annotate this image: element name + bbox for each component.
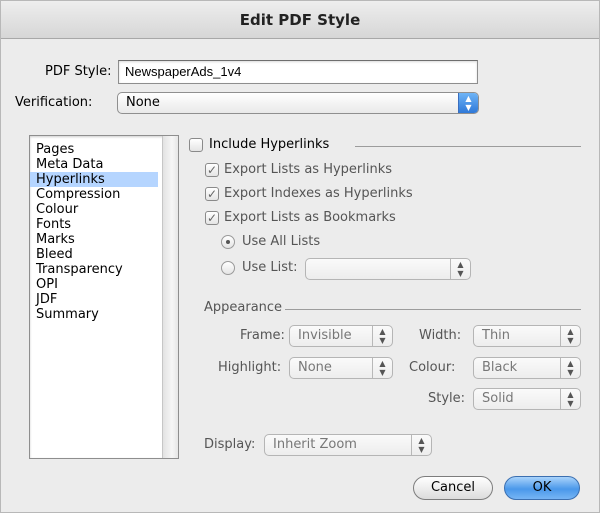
width-popup[interactable]: Thin ▲ ▼	[473, 325, 581, 347]
group-divider	[355, 146, 581, 147]
style-popup[interactable]: Solid ▲ ▼	[473, 388, 581, 410]
width-label: Width:	[419, 328, 462, 343]
popup-arrows-icon: ▲ ▼	[450, 259, 470, 279]
width-value: Thin	[482, 328, 511, 343]
highlight-label: Highlight:	[218, 360, 282, 375]
style-value: Solid	[482, 391, 514, 406]
sidebar-item-marks[interactable]: Marks	[30, 232, 158, 247]
verification-label: Verification:	[15, 95, 93, 110]
sidebar-item-colour[interactable]: Colour	[30, 202, 158, 217]
export-indexes-hyperlinks-checkbox[interactable]: ✓	[205, 187, 219, 201]
radio-dot-icon	[226, 240, 230, 244]
group-divider	[285, 309, 581, 310]
ok-button[interactable]: OK	[504, 476, 580, 500]
sidebar-item-jdf[interactable]: JDF	[30, 292, 158, 307]
use-all-lists-label: Use All Lists	[242, 234, 321, 249]
display-value: Inherit Zoom	[273, 437, 357, 452]
include-hyperlinks-label: Include Hyperlinks	[209, 137, 330, 152]
display-label: Display:	[204, 437, 256, 452]
use-all-lists-radio[interactable]	[221, 235, 235, 249]
export-indexes-hyperlinks-label: Export Indexes as Hyperlinks	[224, 186, 413, 201]
pdf-style-label: PDF Style:	[45, 64, 112, 79]
display-popup[interactable]: Inherit Zoom ▲ ▼	[264, 434, 432, 456]
cancel-button[interactable]: Cancel	[413, 476, 493, 500]
sidebar-item-compression[interactable]: Compression	[30, 187, 158, 202]
use-list-label: Use List:	[242, 260, 298, 275]
use-list-popup[interactable]: ▲ ▼	[305, 258, 471, 280]
style-label: Style:	[428, 391, 466, 406]
popup-arrows-icon: ▲ ▼	[560, 326, 580, 346]
sidebar-item-meta-data[interactable]: Meta Data	[30, 157, 158, 172]
popup-arrows-icon: ▲ ▼	[560, 358, 580, 378]
appearance-group-label: Appearance	[204, 300, 283, 315]
sidebar-item-opi[interactable]: OPI	[30, 277, 158, 292]
sidebar-item-hyperlinks[interactable]: Hyperlinks	[30, 172, 158, 187]
sidebar-item-pages[interactable]: Pages	[30, 142, 158, 157]
popup-arrows-icon: ▲ ▼	[458, 93, 478, 113]
frame-popup[interactable]: Invisible ▲ ▼	[289, 325, 393, 347]
check-icon: ✓	[206, 163, 218, 177]
highlight-popup[interactable]: None ▲ ▼	[289, 357, 393, 379]
export-lists-bookmarks-checkbox[interactable]: ✓	[205, 211, 219, 225]
frame-label: Frame:	[240, 328, 285, 343]
popup-arrows-icon: ▲ ▼	[372, 326, 392, 346]
sidebar-item-bleed[interactable]: Bleed	[30, 247, 158, 262]
check-icon: ✓	[206, 211, 218, 225]
pane-list[interactable]: Pages Meta Data Hyperlinks Compression C…	[29, 135, 179, 459]
sidebar-item-transparency[interactable]: Transparency	[30, 262, 158, 277]
use-list-radio[interactable]	[221, 261, 235, 275]
window-title: Edit PDF Style	[1, 1, 599, 39]
popup-arrows-icon: ▲ ▼	[560, 389, 580, 409]
list-scrollbar[interactable]	[162, 136, 178, 458]
colour-value: Black	[482, 360, 518, 375]
popup-arrows-icon: ▲ ▼	[411, 435, 431, 455]
colour-popup[interactable]: Black ▲ ▼	[473, 357, 581, 379]
check-icon: ✓	[206, 187, 218, 201]
export-lists-hyperlinks-label: Export Lists as Hyperlinks	[224, 162, 393, 177]
export-lists-hyperlinks-checkbox[interactable]: ✓	[205, 163, 219, 177]
verification-value: None	[126, 95, 160, 110]
sidebar-item-summary[interactable]: Summary	[30, 307, 158, 322]
colour-label: Colour:	[409, 360, 456, 375]
pdf-style-name-field[interactable]: NewspaperAds_1v4	[118, 60, 478, 84]
highlight-value: None	[298, 360, 332, 375]
popup-arrows-icon: ▲ ▼	[372, 358, 392, 378]
sidebar-item-fonts[interactable]: Fonts	[30, 217, 158, 232]
include-hyperlinks-checkbox[interactable]	[189, 138, 203, 152]
frame-value: Invisible	[298, 328, 352, 343]
verification-popup[interactable]: None ▲ ▼	[117, 92, 479, 114]
edit-pdf-style-dialog: Edit PDF Style PDF Style: NewspaperAds_1…	[0, 0, 600, 513]
export-lists-bookmarks-label: Export Lists as Bookmarks	[224, 210, 396, 225]
